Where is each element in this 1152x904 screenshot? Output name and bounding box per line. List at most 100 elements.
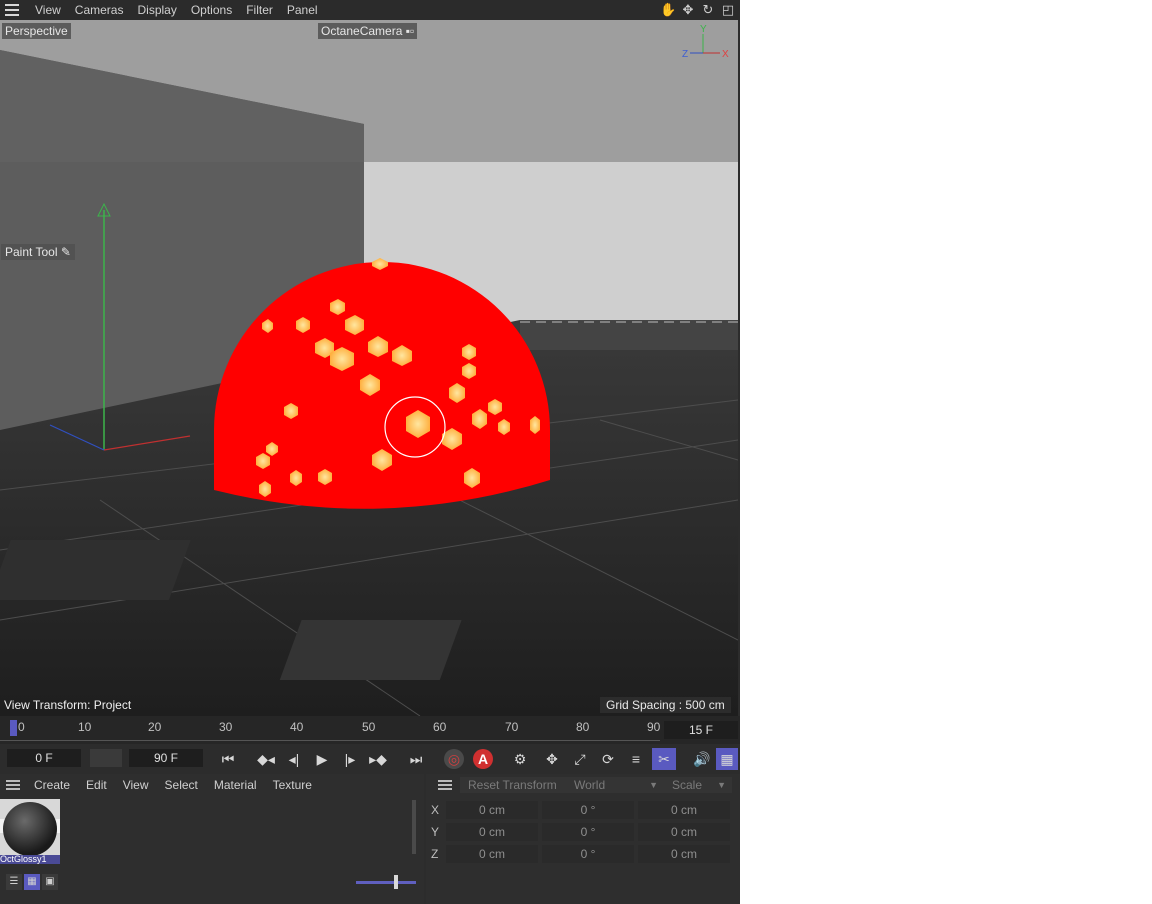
gizmo-y-label: Y xyxy=(700,24,707,35)
viewport-scene: Y X Z xyxy=(0,20,738,716)
material-scrollbar[interactable] xyxy=(412,800,416,854)
transport-bar: 0 F 90 F ⏮ ◆◂ ◂| ▶ |▸ ▸◆ ⏭ ◎ A ⚙ ✥ ⤢ ⟳ ≡… xyxy=(0,744,740,774)
move-icon[interactable]: ✥ xyxy=(680,2,696,18)
menu-display[interactable]: Display xyxy=(130,2,183,18)
material-menu: Create Edit View Select Material Texture xyxy=(0,774,320,796)
coordinate-space-dropdown[interactable]: World ▼ xyxy=(566,777,664,793)
chevron-down-icon: ▼ xyxy=(717,780,726,790)
material-menu-material[interactable]: Material xyxy=(206,778,265,792)
active-tool-name: Paint Tool xyxy=(5,245,58,259)
coordinate-toolbar: Reset Transform World ▼ Scale ▼ xyxy=(426,774,740,796)
ruler-tick-50: 50 xyxy=(362,720,376,734)
chevron-down-icon: ▼ xyxy=(649,780,658,790)
menu-options[interactable]: Options xyxy=(184,2,239,18)
active-tool-label: Paint Tool ✎ xyxy=(1,244,75,260)
timeline-playhead[interactable] xyxy=(10,720,17,736)
key-scale-icon[interactable]: ⤢ xyxy=(568,748,592,770)
cinema4d-window: View Cameras Display Options Filter Pane… xyxy=(0,0,740,904)
key-pla-icon[interactable]: ✂ xyxy=(652,748,676,770)
position-x-field[interactable]: 0 cm xyxy=(446,801,538,819)
go-to-start-icon[interactable]: ⏮ xyxy=(216,748,240,770)
frame-range-slider[interactable] xyxy=(90,749,122,767)
key-position-icon[interactable]: ✥ xyxy=(540,748,564,770)
rotation-x-field[interactable]: 0 ° xyxy=(542,801,634,819)
camera-label[interactable]: OctaneCamera ▪▫ xyxy=(318,23,418,39)
end-frame-field[interactable]: 90 F xyxy=(129,749,203,767)
keyframe-settings-icon[interactable]: ⚙ xyxy=(508,748,532,770)
thumbnail-size-slider[interactable] xyxy=(356,881,416,884)
material-hamburger-icon[interactable] xyxy=(6,780,20,790)
scale-z-field[interactable]: 0 cm xyxy=(638,845,730,863)
maximize-icon[interactable]: ◰ xyxy=(720,2,736,18)
animation-layer-icon[interactable]: ▦ xyxy=(716,748,738,770)
gizmo-z-label: Z xyxy=(682,49,688,60)
brush-icon: ✎ xyxy=(60,245,71,259)
grid-spacing-label: Grid Spacing : 500 cm xyxy=(600,697,731,713)
floor-far xyxy=(520,320,738,350)
timeline-ruler[interactable]: 0 10 20 30 40 50 60 70 80 90 15 F xyxy=(0,716,740,744)
ruler-tick-70: 70 xyxy=(505,720,519,734)
rotate-icon[interactable]: ↻ xyxy=(700,2,716,18)
menu-view[interactable]: View xyxy=(28,2,68,18)
material-view-modes: ☰ ▦ ▣ xyxy=(6,874,58,890)
position-y-field[interactable]: 0 cm xyxy=(446,823,538,841)
material-menu-edit[interactable]: Edit xyxy=(78,778,115,792)
rotation-y-field[interactable]: 0 ° xyxy=(542,823,634,841)
coordinate-mode-dropdown[interactable]: Scale ▼ xyxy=(664,777,732,793)
coord-row-x: X 0 cm 0 ° 0 cm xyxy=(426,800,740,820)
list-view-icon[interactable]: ☰ xyxy=(6,874,22,890)
material-menu-create[interactable]: Create xyxy=(26,778,78,792)
viewport-menubar: View Cameras Display Options Filter Pane… xyxy=(0,0,740,20)
key-parameter-icon[interactable]: ≡ xyxy=(624,748,648,770)
viewport-menu: View Cameras Display Options Filter Pane… xyxy=(28,2,325,18)
record-icon[interactable]: ◎ xyxy=(444,749,464,769)
ruler-tick-0: 0 xyxy=(18,720,25,734)
coordinate-manager: Reset Transform World ▼ Scale ▼ X 0 cm 0 °… xyxy=(426,774,740,904)
position-z-field[interactable]: 0 cm xyxy=(446,845,538,863)
next-key-icon[interactable]: ▸◆ xyxy=(366,748,390,770)
rotation-z-field[interactable]: 0 ° xyxy=(542,845,634,863)
grid-view-icon[interactable]: ▦ xyxy=(24,874,40,890)
camera-name: OctaneCamera xyxy=(321,24,403,38)
material-thumbnail[interactable]: OctGlossy1 xyxy=(0,799,60,864)
sound-icon[interactable]: 🔊 xyxy=(690,748,714,770)
axis-label-y: Y xyxy=(431,825,440,839)
start-frame-field[interactable]: 0 F xyxy=(7,749,81,767)
thumbnail-size-handle[interactable] xyxy=(394,875,398,889)
scale-x-field[interactable]: 0 cm xyxy=(638,801,730,819)
previous-frame-icon[interactable]: ◂| xyxy=(282,748,306,770)
play-icon[interactable]: ▶ xyxy=(310,748,334,770)
ruler-line xyxy=(0,740,660,741)
key-rotation-icon[interactable]: ⟳ xyxy=(596,748,620,770)
material-menu-view[interactable]: View xyxy=(115,778,157,792)
3d-viewport[interactable]: Y X Z Perspective OctaneCamera ▪▫ Paint … xyxy=(0,20,738,716)
reset-transform-button[interactable]: Reset Transform xyxy=(460,777,568,793)
current-frame-field[interactable]: 15 F xyxy=(664,721,738,739)
material-menu-select[interactable]: Select xyxy=(157,778,206,792)
autokey-button[interactable]: A xyxy=(473,749,493,769)
ruler-tick-20: 20 xyxy=(148,720,162,734)
viewport-nav-icons: ✋ ✥ ↻ ◰ xyxy=(660,2,736,18)
hand-icon[interactable]: ✋ xyxy=(660,2,676,18)
ruler-tick-10: 10 xyxy=(78,720,92,734)
previous-key-icon[interactable]: ◆◂ xyxy=(254,748,278,770)
go-to-end-icon[interactable]: ⏭ xyxy=(404,748,428,770)
menu-filter[interactable]: Filter xyxy=(239,2,280,18)
hamburger-menu-icon[interactable] xyxy=(5,4,19,16)
material-menu-texture[interactable]: Texture xyxy=(265,778,320,792)
gizmo-x-label: X xyxy=(722,49,729,60)
large-view-icon[interactable]: ▣ xyxy=(42,874,58,890)
ruler-tick-30: 30 xyxy=(219,720,233,734)
material-name-label: OctGlossy1 xyxy=(0,855,60,864)
menu-panel[interactable]: Panel xyxy=(280,2,325,18)
menu-cameras[interactable]: Cameras xyxy=(68,2,131,18)
ruler-tick-60: 60 xyxy=(433,720,447,734)
projection-label[interactable]: Perspective xyxy=(2,23,71,39)
scale-y-field[interactable]: 0 cm xyxy=(638,823,730,841)
axis-label-z: Z xyxy=(431,847,439,861)
next-frame-icon[interactable]: |▸ xyxy=(338,748,362,770)
coordinate-hamburger-icon[interactable] xyxy=(438,780,452,790)
floor-tile-1 xyxy=(0,540,191,600)
coord-row-y: Y 0 cm 0 ° 0 cm xyxy=(426,822,740,842)
coord-row-z: Z 0 cm 0 ° 0 cm xyxy=(426,844,740,864)
